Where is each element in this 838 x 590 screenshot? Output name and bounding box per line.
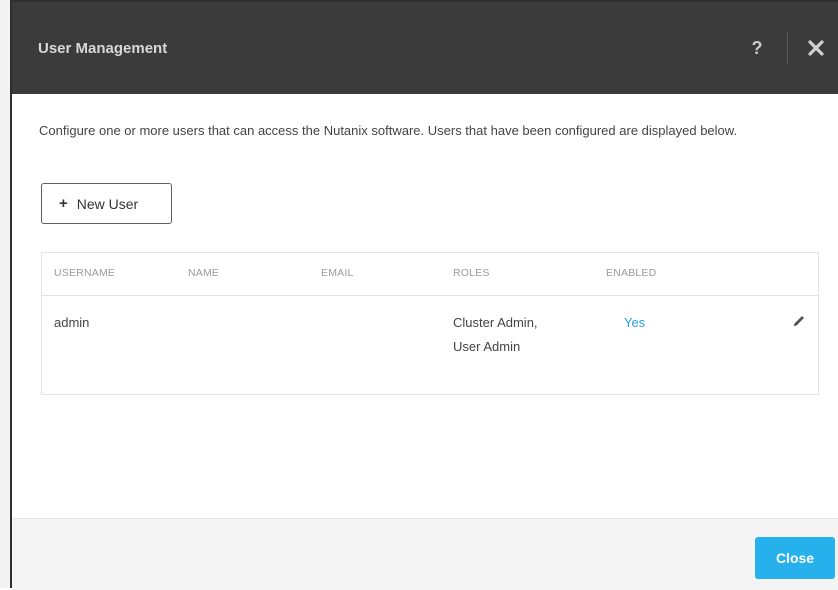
close-button[interactable]: Close [755, 537, 835, 579]
user-management-dialog: User Management ? Configure one or more … [10, 0, 838, 590]
column-header-username[interactable]: USERNAME [54, 267, 115, 279]
page-backdrop [0, 0, 10, 588]
dialog-description: Configure one or more users that can acc… [39, 123, 738, 138]
plus-icon: + [59, 195, 68, 212]
column-header-name[interactable]: NAME [188, 267, 219, 279]
dialog-footer: Close [12, 518, 838, 590]
header-divider [787, 32, 788, 64]
new-user-button[interactable]: + New User [41, 183, 172, 224]
pencil-icon[interactable] [792, 314, 806, 328]
column-header-roles[interactable]: ROLES [453, 267, 490, 279]
table-header: USERNAME NAME EMAIL ROLES ENABLED [42, 253, 818, 296]
column-header-email[interactable]: EMAIL [321, 267, 354, 279]
users-table: USERNAME NAME EMAIL ROLES ENABLED admin … [41, 252, 819, 395]
column-header-enabled[interactable]: ENABLED [606, 267, 656, 279]
cell-enabled-link[interactable]: Yes [624, 312, 645, 334]
cell-username: admin [54, 315, 90, 330]
dialog-header: User Management ? [12, 2, 838, 94]
cell-roles-line1: Cluster Admin, [453, 315, 538, 330]
help-button[interactable]: ? [747, 36, 767, 60]
dialog-title: User Management [38, 40, 168, 57]
new-user-label: New User [76, 195, 139, 212]
cell-roles-line2: User Admin [453, 339, 521, 354]
close-icon[interactable] [802, 32, 830, 64]
